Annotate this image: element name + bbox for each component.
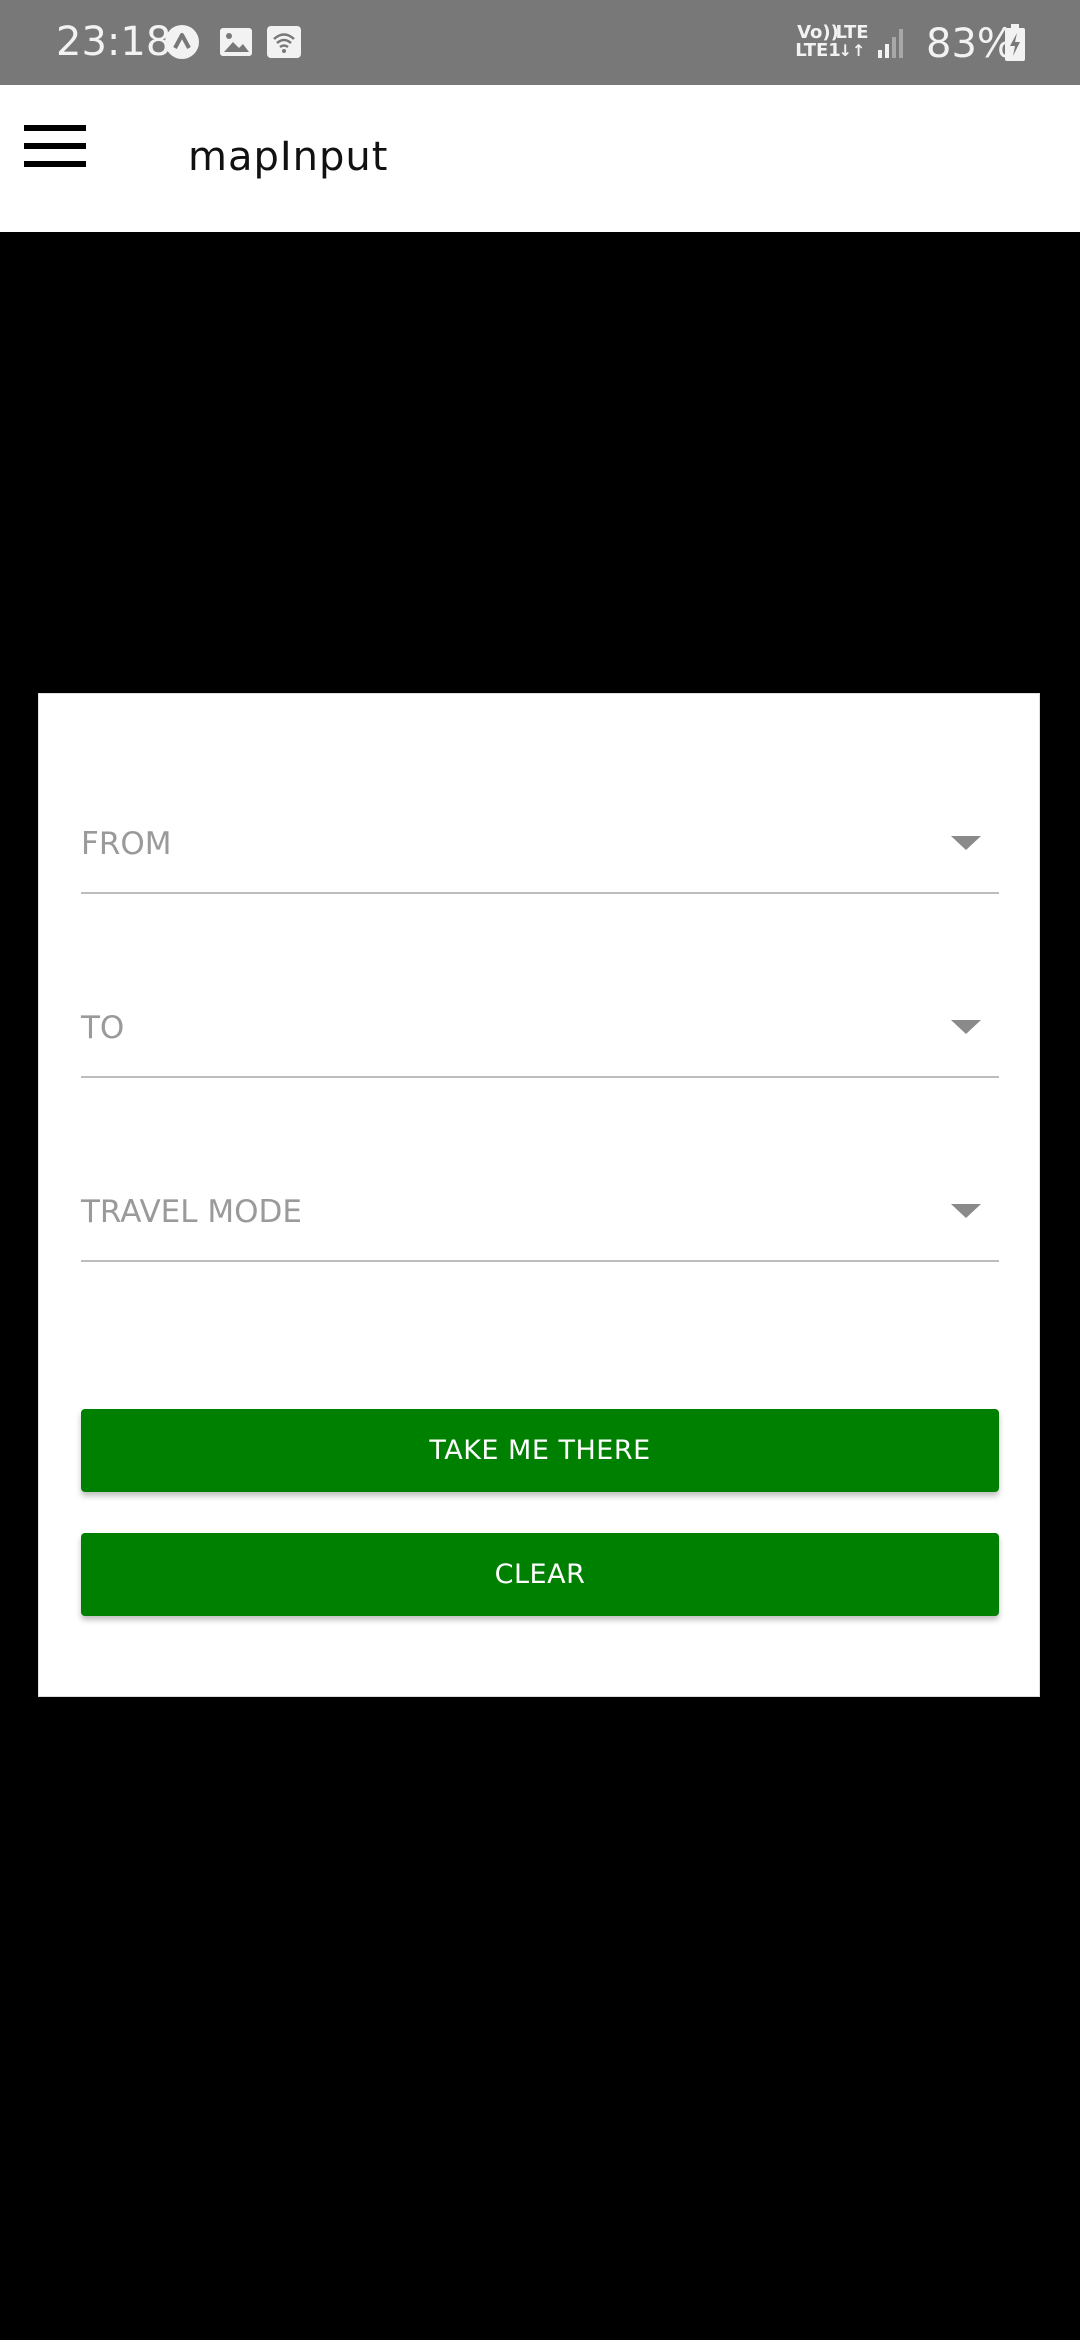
app-bar: mapInput	[0, 85, 1080, 232]
hamburger-menu-icon[interactable]	[24, 125, 86, 189]
chevron-down-icon	[951, 1204, 981, 1218]
clear-button[interactable]: CLEAR	[81, 1533, 999, 1616]
from-label: FROM	[81, 826, 172, 862]
status-bar: 23:18 Vo)) LTE1 LTE ↓↑ 83%	[0, 0, 1080, 85]
app-notification-icon	[164, 24, 200, 60]
take-me-there-button[interactable]: TAKE ME THERE	[81, 1409, 999, 1492]
travel-mode-dropdown[interactable]: TRAVEL MODE	[81, 1174, 999, 1262]
data-arrows-icon: ↓↑	[838, 41, 866, 60]
image-icon	[218, 24, 254, 60]
lte-indicator: LTE ↓↑	[834, 24, 870, 60]
battery-charging-icon	[1004, 24, 1026, 62]
signal-icon	[876, 24, 906, 60]
to-label: TO	[81, 1010, 125, 1046]
from-dropdown[interactable]: FROM	[81, 806, 999, 894]
travel-mode-label: TRAVEL MODE	[81, 1194, 302, 1230]
chevron-down-icon	[951, 1020, 981, 1034]
battery-percent: 83%	[926, 21, 1015, 67]
to-dropdown[interactable]: TO	[81, 990, 999, 1078]
page-title: mapInput	[188, 134, 389, 180]
status-time: 23:18	[56, 19, 172, 65]
route-form-card: FROM TO TRAVEL MODE TAKE ME THERE CLEAR	[38, 693, 1040, 1697]
chevron-down-icon	[951, 836, 981, 850]
wifi-hotspot-icon	[266, 24, 302, 60]
lte-text: LTE	[835, 22, 869, 43]
